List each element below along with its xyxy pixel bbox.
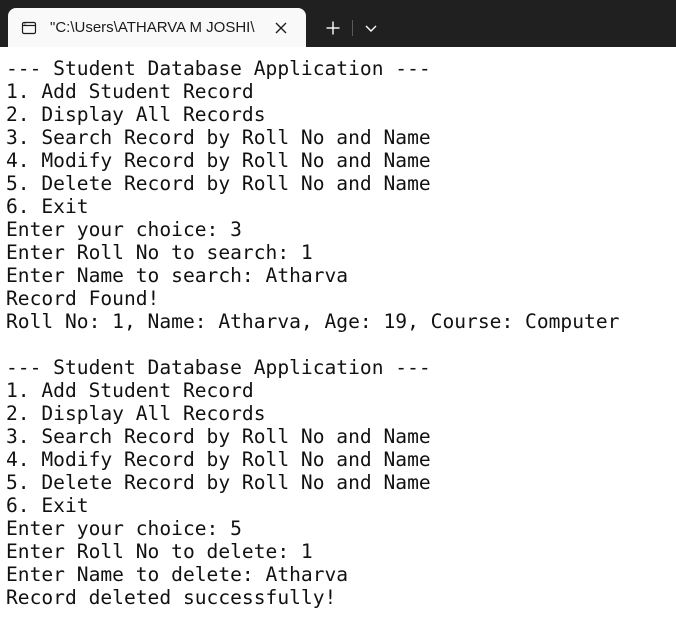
console-line: --- Student Database Application ---	[6, 356, 431, 379]
plus-icon	[326, 21, 340, 35]
console-line: --- Student Database Application ---	[6, 57, 431, 80]
chevron-down-icon	[365, 25, 377, 32]
console-line: 6. Exit	[6, 494, 89, 517]
console-line: 2. Display All Records	[6, 402, 266, 425]
tab-divider	[352, 20, 353, 36]
close-icon[interactable]	[269, 16, 293, 40]
console-line: 1. Add Student Record	[6, 80, 254, 103]
console-line: Record deleted successfully!	[6, 586, 337, 609]
console-line: 1. Add Student Record	[6, 379, 254, 402]
tab-dropdown-button[interactable]	[356, 13, 386, 43]
console-line: Enter Name to delete: Atharva	[6, 563, 349, 586]
console-line: Roll No: 1, Name: Atharva, Age: 19, Cour…	[6, 310, 620, 333]
console-line: Record Found!	[6, 287, 160, 310]
console-line: 3. Search Record by Roll No and Name	[6, 425, 431, 448]
console-line: Enter Roll No to search: 1	[6, 241, 313, 264]
console-line: 5. Delete Record by Roll No and Name	[6, 172, 431, 195]
new-tab-button[interactable]	[318, 13, 348, 43]
tab-active[interactable]: "C:\Users\ATHARVA M JOSHI\	[8, 8, 306, 47]
console-output[interactable]: --- Student Database Application --- 1. A…	[0, 47, 676, 621]
tab-title: "C:\Users\ATHARVA M JOSHI\	[50, 19, 255, 36]
console-line: Enter Roll No to delete: 1	[6, 540, 313, 563]
console-line: Enter Name to search: Atharva	[6, 264, 349, 287]
console-lines: --- Student Database Application --- 1. A…	[6, 57, 619, 609]
terminal-icon	[21, 20, 37, 36]
console-line: Enter your choice: 5	[6, 517, 242, 540]
console-line: 4. Modify Record by Roll No and Name	[6, 149, 431, 172]
terminal-window: "C:\Users\ATHARVA M JOSHI\ --- Student D…	[0, 0, 676, 621]
console-line: 6. Exit	[6, 195, 89, 218]
console-line: 2. Display All Records	[6, 103, 266, 126]
tab-bar: "C:\Users\ATHARVA M JOSHI\	[0, 0, 676, 47]
console-line: 5. Delete Record by Roll No and Name	[6, 471, 431, 494]
console-line: Enter your choice: 3	[6, 218, 242, 241]
console-line: 3. Search Record by Roll No and Name	[6, 126, 431, 149]
console-line: 4. Modify Record by Roll No and Name	[6, 448, 431, 471]
